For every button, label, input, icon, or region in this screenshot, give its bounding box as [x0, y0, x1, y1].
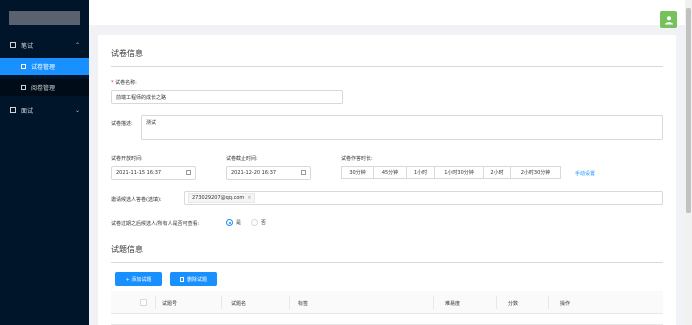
trash-icon	[179, 276, 184, 282]
avatar[interactable]	[660, 11, 677, 28]
end-time-value: 2021-12-20 16:37	[231, 170, 277, 176]
invite-select[interactable]	[184, 191, 663, 205]
delete-question-label: 删除试题	[186, 276, 207, 283]
column-separator	[548, 296, 549, 309]
chevron-up-icon: ⌃	[74, 41, 80, 49]
start-time-picker[interactable]: 2021-11-15 16:37	[111, 166, 196, 180]
document-icon	[21, 85, 26, 90]
column-header-actions: 操作	[560, 301, 571, 307]
calendar-icon	[301, 170, 306, 175]
duration-options: 30分钟 45分钟 1小时 1小时30分钟 2小时 2小时30分钟	[341, 166, 561, 179]
column-header-score: 分数	[508, 301, 519, 307]
paper-name-input[interactable]: 前端工程师的成长之路	[111, 90, 343, 104]
visible-no-radio[interactable]: 否	[251, 219, 266, 226]
calendar-icon	[186, 170, 191, 175]
table-row	[111, 314, 663, 325]
section-title-question-info: 试题信息	[111, 245, 143, 254]
select-all-checkbox[interactable]	[140, 299, 147, 306]
column-header-question-name: 试题名	[231, 301, 247, 307]
invite-label: 邀请候选人答卷(选填):	[111, 197, 162, 203]
delete-question-button[interactable]: 删除试题	[170, 272, 217, 286]
sidebar-group-label: 笔试	[21, 42, 34, 50]
top-header	[89, 0, 692, 28]
paper-name-label: * 试卷名称:	[111, 80, 137, 86]
vertical-scrollbar[interactable]	[685, 0, 692, 325]
end-time-label: 试卷截止时间:	[226, 156, 258, 162]
radio-label: 是	[236, 220, 242, 226]
radio-unchecked-icon	[251, 219, 258, 226]
sidebar-group-interview[interactable]: 面试 ⌄	[0, 101, 89, 119]
sidebar-item-grading-management[interactable]: 阅卷管理	[0, 79, 89, 96]
column-separator	[155, 296, 156, 309]
sidebar: 笔试 ⌃ 试卷管理 阅卷管理 面试 ⌄	[0, 0, 89, 325]
sidebar-item-paper-management[interactable]: 试卷管理	[0, 58, 89, 75]
main-card: 试卷信息 * 试卷名称: 前端工程师的成长之路 试卷描述: 测试 试卷开放时间:…	[98, 35, 676, 325]
column-separator	[289, 296, 290, 309]
sidebar-item-label: 阅卷管理	[31, 85, 56, 92]
chevron-down-icon: ⌄	[74, 106, 80, 114]
invite-tag-label: 273029207@qq.com	[192, 195, 245, 201]
column-header-difficulty: 难易度	[445, 301, 461, 307]
user-icon	[10, 107, 16, 113]
column-separator	[496, 296, 497, 309]
duration-option[interactable]: 2小时30分钟	[510, 166, 561, 179]
divider	[111, 66, 663, 67]
end-time-picker[interactable]: 2021-12-20 16:37	[226, 166, 311, 180]
question-table-header: 试题号 试题名 标签 难易度 分数 操作	[111, 291, 663, 314]
manual-set-link[interactable]: 手动设置	[575, 170, 595, 177]
invite-tag: 273029207@qq.com ×	[188, 193, 256, 203]
user-icon	[664, 15, 673, 24]
logo	[9, 11, 80, 25]
document-icon	[21, 64, 26, 69]
radio-label: 否	[261, 220, 267, 226]
visible-after-expire-label: 试卷过期之后候选人/所有人是否可查看:	[111, 221, 200, 227]
duration-option[interactable]: 2小时	[483, 166, 511, 179]
duration-label: 试卷作答时长:	[341, 156, 373, 162]
duration-option[interactable]: 1小时30分钟	[434, 166, 484, 179]
column-header-question-no: 试题号	[162, 301, 178, 307]
add-question-button[interactable]: + 添加试题	[115, 272, 162, 286]
sidebar-group-label: 面试	[21, 107, 34, 115]
column-separator	[433, 296, 434, 309]
section-title-paper-info: 试卷信息	[111, 49, 143, 58]
duration-option[interactable]: 1小时	[406, 166, 435, 179]
sidebar-item-label: 试卷管理	[31, 64, 56, 71]
visible-yes-radio[interactable]: 是	[226, 219, 241, 226]
close-icon[interactable]: ×	[247, 195, 251, 201]
column-separator	[221, 296, 222, 309]
start-time-value: 2021-11-15 16:37	[116, 170, 162, 176]
start-time-label: 试卷开放时间:	[111, 156, 143, 162]
paper-description-label: 试卷描述:	[111, 121, 133, 127]
column-header-tags: 标签	[298, 301, 309, 307]
paper-description-textarea[interactable]: 测试	[141, 115, 663, 140]
divider	[111, 262, 663, 263]
scrollbar-thumb[interactable]	[686, 8, 691, 213]
duration-option[interactable]: 45分钟	[373, 166, 407, 179]
sidebar-group-written-test[interactable]: 笔试 ⌃	[0, 36, 89, 54]
radio-checked-icon	[226, 219, 233, 226]
duration-option[interactable]: 30分钟	[341, 166, 374, 179]
grid-icon	[10, 42, 16, 48]
